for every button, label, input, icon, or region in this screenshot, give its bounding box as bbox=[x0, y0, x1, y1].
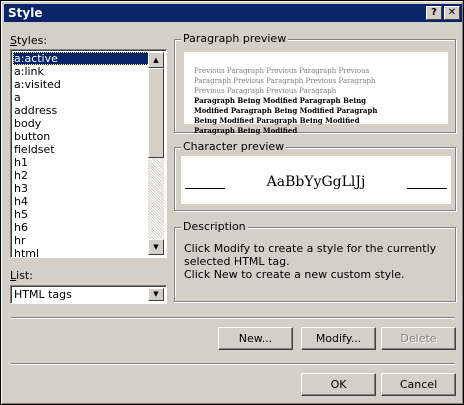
paragraph-preview-legend: Paragraph preview bbox=[181, 32, 289, 45]
paragraph-preview-group: Paragraph preview Previous Paragraph Pre… bbox=[174, 32, 456, 135]
separator-top bbox=[11, 317, 455, 319]
modified-paragraph-text: Paragraph Being Modified Paragraph Being… bbox=[194, 96, 378, 135]
list-dropdown-value: HTML tags bbox=[14, 288, 72, 301]
style-list-item[interactable]: h6 bbox=[13, 221, 152, 234]
styles-scrollbar[interactable]: ▲ ▼ bbox=[148, 52, 164, 255]
style-list-item[interactable]: h3 bbox=[13, 182, 152, 195]
title-bar[interactable]: Style ? ✕ bbox=[4, 4, 462, 22]
style-list-item[interactable]: h2 bbox=[13, 169, 152, 182]
cancel-button[interactable]: Cancel bbox=[381, 373, 456, 396]
ok-button-label: OK bbox=[330, 378, 347, 391]
style-list-item[interactable]: a:active bbox=[13, 52, 152, 65]
style-list-item[interactable]: a:link bbox=[13, 65, 152, 78]
style-list-item[interactable]: html bbox=[13, 247, 152, 257]
modify-button-label: Modify... bbox=[315, 332, 362, 345]
style-list-item[interactable]: a bbox=[13, 91, 152, 104]
style-list-item[interactable]: hr bbox=[13, 234, 152, 247]
new-button[interactable]: New... bbox=[218, 327, 293, 350]
delete-button[interactable]: Delete bbox=[381, 327, 456, 350]
style-list-item[interactable]: h5 bbox=[13, 208, 152, 221]
style-list-item[interactable]: fieldset bbox=[13, 143, 152, 156]
character-preview-legend: Character preview bbox=[181, 140, 287, 153]
separator-bottom bbox=[11, 363, 455, 365]
styles-label: Styles: bbox=[10, 34, 48, 47]
description-group: Description Click Modify to create a sty… bbox=[174, 220, 456, 302]
modify-button[interactable]: Modify... bbox=[301, 327, 376, 350]
previous-paragraph-text: Previous Paragraph Previous Paragraph Pr… bbox=[194, 67, 376, 95]
character-preview-box: AaBbYyGgLlJj bbox=[181, 156, 451, 204]
new-button-label: New... bbox=[238, 332, 273, 345]
style-list-item[interactable]: address bbox=[13, 104, 152, 117]
style-list-item[interactable]: h4 bbox=[13, 195, 152, 208]
window-title: Style bbox=[8, 6, 43, 20]
scroll-down-icon[interactable]: ▼ bbox=[148, 239, 164, 255]
styles-listbox[interactable]: a:active a:link a:visited a address body butto… bbox=[10, 49, 167, 258]
paragraph-preview-box: Previous Paragraph Previous Paragraph Pr… bbox=[184, 52, 448, 135]
list-label: List: bbox=[10, 269, 33, 282]
description-text: Click Modify to create a style for the c… bbox=[184, 242, 437, 281]
chevron-down-icon[interactable]: ▼ bbox=[148, 288, 164, 301]
style-list-item[interactable]: button bbox=[13, 130, 152, 143]
style-list-item[interactable]: a:visited bbox=[13, 78, 152, 91]
styles-list-items: a:active a:link a:visited a address body butto… bbox=[13, 52, 152, 257]
delete-button-label: Delete bbox=[400, 332, 437, 345]
preview-line-right bbox=[407, 188, 447, 189]
style-dialog: Style ? ✕ Styles: a:active a:link a:visite… bbox=[0, 0, 464, 405]
scroll-thumb[interactable] bbox=[148, 68, 164, 158]
cancel-button-label: Cancel bbox=[399, 378, 438, 391]
style-list-item[interactable]: body bbox=[13, 117, 152, 130]
ok-button[interactable]: OK bbox=[301, 373, 376, 396]
close-button[interactable]: ✕ bbox=[444, 6, 460, 20]
scroll-up-icon[interactable]: ▲ bbox=[148, 52, 164, 68]
help-button[interactable]: ? bbox=[426, 6, 442, 20]
character-preview-group: Character preview AaBbYyGgLlJj bbox=[174, 140, 456, 211]
description-legend: Description bbox=[181, 220, 248, 233]
list-dropdown[interactable]: HTML tags ▼ bbox=[10, 285, 167, 304]
style-list-item[interactable]: h1 bbox=[13, 156, 152, 169]
